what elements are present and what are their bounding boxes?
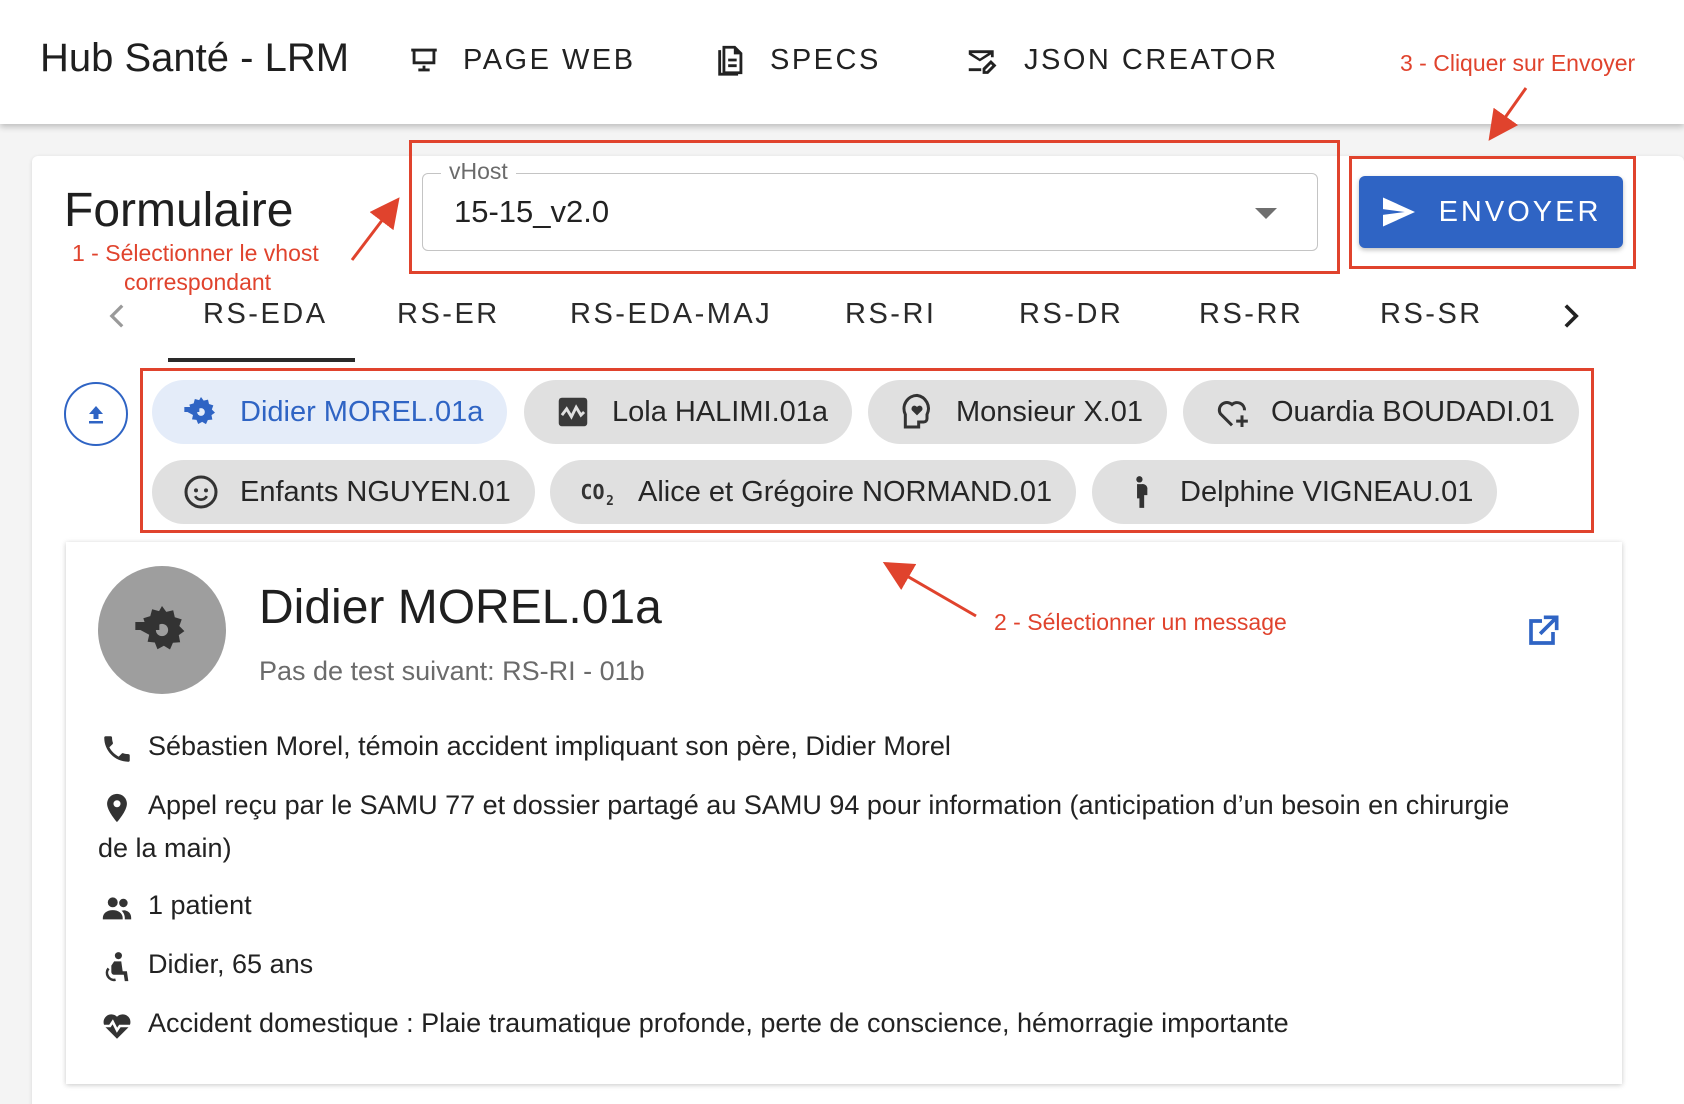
detail-patient-row: Didier, 65 ans [98,943,1538,986]
pregnant-woman-icon [1120,471,1162,513]
svg-text:2: 2 [606,494,614,509]
detail-location-text: Appel reçu par le SAMU 77 et dossier par… [98,790,1510,863]
chip-delphine-vigneau[interactable]: Delphine VIGNEAU.01 [1092,460,1498,524]
detail-patients-row: 1 patient [98,884,1538,927]
chip-label: Monsieur X.01 [956,395,1143,428]
nav-specs-button[interactable]: SPECS [714,40,881,80]
head-heart-icon [896,391,938,433]
detail-patients-text: 1 patient [148,890,252,920]
detail-patient-text: Didier, 65 ans [148,949,314,979]
active-tab-indicator [168,358,355,362]
tab-rs-ri[interactable]: RS-RI [845,298,936,331]
phone-icon [98,730,136,768]
upload-icon [89,406,103,424]
chevron-left-icon [109,304,124,328]
annotation-step1-text-2: correspondant [124,269,272,295]
chip-label: Alice et Grégoire NORMAND.01 [638,475,1053,508]
chip-label: Delphine VIGNEAU.01 [1180,475,1474,508]
chip-lola-halimi[interactable]: Lola HALIMI.01a [524,380,853,444]
annotation-step1-text: 1 - Sélectionner le vhost [72,240,319,266]
detail-subtitle: Pas de test suivant: RS-RI - 01b [259,656,645,686]
app-brand[interactable]: Hub Santé - LRM [40,36,349,81]
vhost-value: 15-15_v2.0 [454,194,610,229]
chip-label: Ouardia BOUDADI.01 [1271,395,1555,428]
open-external-icon[interactable] [1520,610,1564,654]
heart-pulse-icon [98,1007,136,1045]
saw-blade-icon [135,606,185,650]
nav-page-web-button[interactable]: PAGE WEB [407,40,636,80]
tab-rs-sr[interactable]: RS-SR [1380,298,1483,331]
detail-diagnosis-row: Accident domestique : Plaie traumatique … [98,1002,1538,1045]
send-icon [1382,197,1415,227]
nav-json-creator-label: JSON CREATOR [1024,43,1279,76]
detail-location-row: Appel reçu par le SAMU 77 et dossier par… [98,784,1538,870]
chip-didier-morel[interactable]: Didier MOREL.01a [152,380,508,444]
people-icon [98,889,136,927]
chip-label: Lola HALIMI.01a [612,395,829,428]
chevron-right-icon [1564,304,1579,328]
nav-page-web-label: PAGE WEB [463,43,636,76]
mail-edit-icon [968,50,997,74]
tab-rs-er[interactable]: RS-ER [397,298,500,331]
send-button[interactable]: ENVOYER [1359,176,1623,248]
presentation-icon [411,48,437,72]
tab-rs-eda-maj[interactable]: RS-EDA-MAJ [570,298,772,331]
form-title: Formulaire [64,184,294,237]
chip-label: Didier MOREL.01a [240,395,484,428]
svg-text:CO: CO [580,480,604,504]
nav-json-creator-button[interactable]: JSON CREATOR [966,40,1279,80]
tab-rs-dr[interactable]: RS-DR [1019,298,1123,331]
nav-specs-label: SPECS [770,43,881,76]
detail-diagnosis-text: Accident domestique : Plaie traumatique … [148,1008,1289,1038]
baby-face-icon [180,471,222,513]
annotation-step2-text: 2 - Sélectionner un message [994,609,1287,635]
saw-blade-icon [180,391,222,433]
waveform-icon [552,391,594,433]
chip-label: Enfants NGUYEN.01 [240,475,511,508]
tabs-scroll-right-button[interactable] [1556,300,1586,332]
send-label: ENVOYER [1438,195,1602,228]
detail-title: Didier MOREL.01a [259,581,662,634]
chip-monsieur-x[interactable]: Monsieur X.01 [868,380,1167,444]
annotation-step3-text: 3 - Cliquer sur Envoyer [1400,50,1636,76]
chip-alice-gregoire-normand[interactable]: CO 2 Alice et Grégoire NORMAND.01 [550,460,1077,524]
tab-rs-rr[interactable]: RS-RR [1199,298,1303,331]
document-icon [718,45,743,76]
upload-button[interactable] [64,382,128,446]
detail-caller-text: Sébastien Morel, témoin accident impliqu… [148,731,951,761]
chip-ouardia-boudadi[interactable]: Ouardia BOUDADI.01 [1183,380,1579,444]
chip-enfants-nguyen[interactable]: Enfants NGUYEN.01 [152,460,535,524]
tab-rs-eda[interactable]: RS-EDA [203,298,328,331]
heart-plus-icon [1211,391,1253,433]
vhost-select[interactable]: vHost 15-15_v2.0 [422,158,1318,251]
tabs-scroll-left-button[interactable] [102,300,132,332]
dropdown-caret-icon[interactable] [1255,208,1277,219]
seated-person-icon [98,948,136,986]
avatar [98,566,226,694]
vhost-label: vHost [441,158,516,185]
co2-icon: CO 2 [578,471,620,513]
detail-caller-row: Sébastien Morel, témoin accident impliqu… [98,725,1538,768]
location-pin-icon [98,789,136,827]
